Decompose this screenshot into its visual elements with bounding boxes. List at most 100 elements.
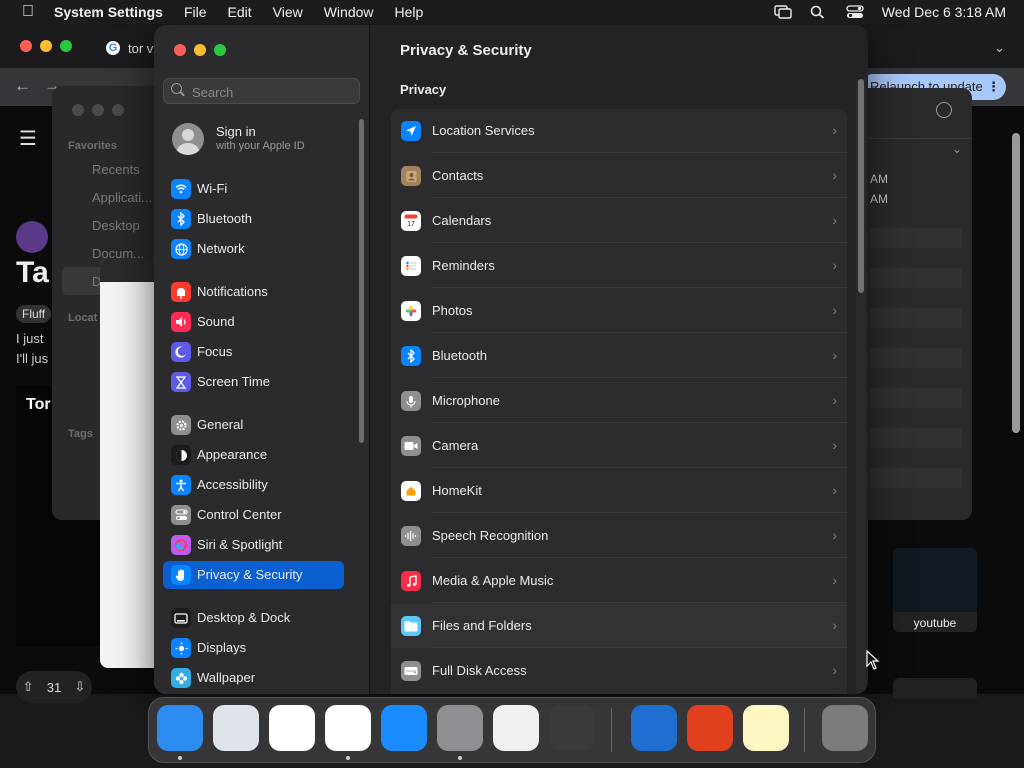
app-store-app[interactable] <box>381 705 427 751</box>
close-button[interactable] <box>174 44 186 56</box>
row-separator <box>432 557 847 558</box>
vote-control[interactable]: ⇧ 31 ⇩ <box>16 671 92 703</box>
privacy-row-reminders[interactable]: Reminders › <box>391 244 847 288</box>
minimize-button[interactable] <box>194 44 206 56</box>
privacy-row-photos[interactable]: Photos › <box>391 289 847 333</box>
contacts-icon <box>401 166 421 186</box>
gear-icon <box>171 415 191 435</box>
spotlight-search-icon[interactable] <box>810 5 828 19</box>
panel-row <box>870 428 962 448</box>
trash-app[interactable] <box>822 705 868 751</box>
sidebar-item-wallpaper[interactable]: Wallpaper <box>163 664 344 692</box>
chrome-zoom-button[interactable] <box>60 40 72 52</box>
textedit-app[interactable] <box>493 705 539 751</box>
finder-zoom-button[interactable] <box>112 104 124 116</box>
zoom-button[interactable] <box>214 44 226 56</box>
upvote-icon[interactable]: ⇧ <box>23 679 34 695</box>
menu-app-name[interactable]: System Settings <box>54 4 163 20</box>
apple-menu-icon[interactable]:  <box>18 3 38 21</box>
sidebar-item-accessibility[interactable]: Accessibility <box>163 471 344 499</box>
sidebar-item-control-center[interactable]: Control Center <box>163 501 344 529</box>
privacy-row-speech-recognition[interactable]: Speech Recognition › <box>391 514 847 558</box>
row-separator <box>432 467 847 468</box>
privacy-row-full-disk-access[interactable]: Full Disk Access › <box>391 649 847 693</box>
finder-close-button[interactable] <box>72 104 84 116</box>
downvote-icon[interactable]: ⇩ <box>74 679 85 695</box>
content-scrollbar[interactable] <box>858 79 864 293</box>
finder-item[interactable]: Applicati... <box>92 190 152 205</box>
sidebar-item-displays[interactable]: Displays <box>163 634 344 662</box>
finder-minimize-button[interactable] <box>92 104 104 116</box>
privacy-row-camera[interactable]: Camera › <box>391 424 847 468</box>
sidebar-item-siri-spotlight[interactable]: Siri & Spotlight <box>163 531 344 559</box>
privacy-row-bluetooth[interactable]: Bluetooth › <box>391 334 847 378</box>
sidebar-search[interactable] <box>163 78 360 104</box>
chrome-minimize-button[interactable] <box>40 40 52 52</box>
chrome-scrollbar[interactable] <box>1012 133 1020 433</box>
sidebar-item-bluetooth[interactable]: Bluetooth <box>163 205 344 233</box>
privacy-row-files-and-folders[interactable]: Files and Folders › <box>391 604 847 648</box>
sidebar-item-network[interactable]: Network <box>163 235 344 263</box>
privacy-row-calendars[interactable]: 17 Calendars › <box>391 199 847 243</box>
hamburger-menu-icon[interactable]: ☰ <box>19 126 37 151</box>
finder-item[interactable]: Recents <box>92 162 140 177</box>
home-icon <box>401 481 421 501</box>
chrome-app[interactable] <box>325 705 371 751</box>
sidebar-item-focus[interactable]: Focus <box>163 338 344 366</box>
menu-view[interactable]: View <box>273 4 303 20</box>
privacy-row-location-services[interactable]: Location Services › <box>391 109 847 153</box>
system-settings-app[interactable] <box>437 705 483 751</box>
safari-app[interactable] <box>269 705 315 751</box>
launchpad-app[interactable] <box>213 705 259 751</box>
menu-file[interactable]: File <box>184 4 207 20</box>
chrome-tab-title[interactable]: tor v <box>128 41 153 56</box>
subreddit-avatar[interactable] <box>16 221 48 253</box>
panel-row <box>870 468 962 488</box>
panel-chevron-icon[interactable]: ⌄ <box>952 142 962 156</box>
chevron-right-icon: › <box>832 617 837 633</box>
sidebar-item-sound[interactable]: Sound <box>163 308 344 336</box>
chrome-menu-dots-icon[interactable]: ⋮ <box>987 74 1000 100</box>
privacy-row-homekit[interactable]: HomeKit › <box>391 469 847 513</box>
menu-help[interactable]: Help <box>395 4 424 20</box>
post-flair[interactable]: Fluff <box>16 305 52 323</box>
remote-desktop-app[interactable] <box>687 705 733 751</box>
location-arrow-icon <box>401 121 421 141</box>
privacy-row-media-apple-music[interactable]: Media & Apple Music › <box>391 559 847 603</box>
privacy-row-contacts[interactable]: Contacts › <box>391 154 847 198</box>
sidebar-item-general[interactable]: General <box>163 411 344 439</box>
apple-id-signin[interactable]: Sign in with your Apple ID <box>172 123 362 157</box>
sidebar-item-notifications[interactable]: Notifications <box>163 278 344 306</box>
sidebar-scrollbar[interactable] <box>359 119 364 443</box>
chrome-close-button[interactable] <box>20 40 32 52</box>
screen-mirroring-icon[interactable] <box>774 5 792 19</box>
row-separator <box>432 647 847 648</box>
menu-edit[interactable]: Edit <box>228 4 252 20</box>
menu-window[interactable]: Window <box>324 4 374 20</box>
notes-app[interactable] <box>743 705 789 751</box>
video-card[interactable] <box>893 678 977 698</box>
sidebar-item-label: Control Center <box>197 507 282 522</box>
youtube-card[interactable]: youtube <box>893 548 977 632</box>
panel-row <box>870 268 962 288</box>
row-separator <box>432 512 847 513</box>
weather-app[interactable] <box>631 705 677 751</box>
sidebar-item-screen-time[interactable]: Screen Time <box>163 368 344 396</box>
sidebar-item-appearance[interactable]: Appearance <box>163 441 344 469</box>
search-input[interactable] <box>190 83 354 101</box>
chrome-tab-list-chevron-icon[interactable]: ⌄ <box>994 40 1005 56</box>
privacy-row-microphone[interactable]: Microphone › <box>391 379 847 423</box>
menu-clock[interactable]: Wed Dec 6 3:18 AM <box>882 4 1006 20</box>
sidebar-item-wi-fi[interactable]: Wi-Fi <box>163 175 344 203</box>
chrome-back-icon[interactable]: ← <box>14 76 31 96</box>
siri-icon <box>171 535 191 555</box>
control-center-icon[interactable] <box>846 5 864 19</box>
finder-app[interactable] <box>157 705 203 751</box>
sidebar-item-desktop-dock[interactable]: Desktop & Dock <box>163 604 344 632</box>
row-separator <box>432 152 847 153</box>
sidebar-item-privacy-security[interactable]: Privacy & Security <box>163 561 344 589</box>
garageband-app[interactable] <box>549 705 595 751</box>
finder-item[interactable]: Desktop <box>92 218 140 233</box>
signin-subtitle: with your Apple ID <box>216 140 305 152</box>
panel-search-icon[interactable] <box>936 102 952 118</box>
